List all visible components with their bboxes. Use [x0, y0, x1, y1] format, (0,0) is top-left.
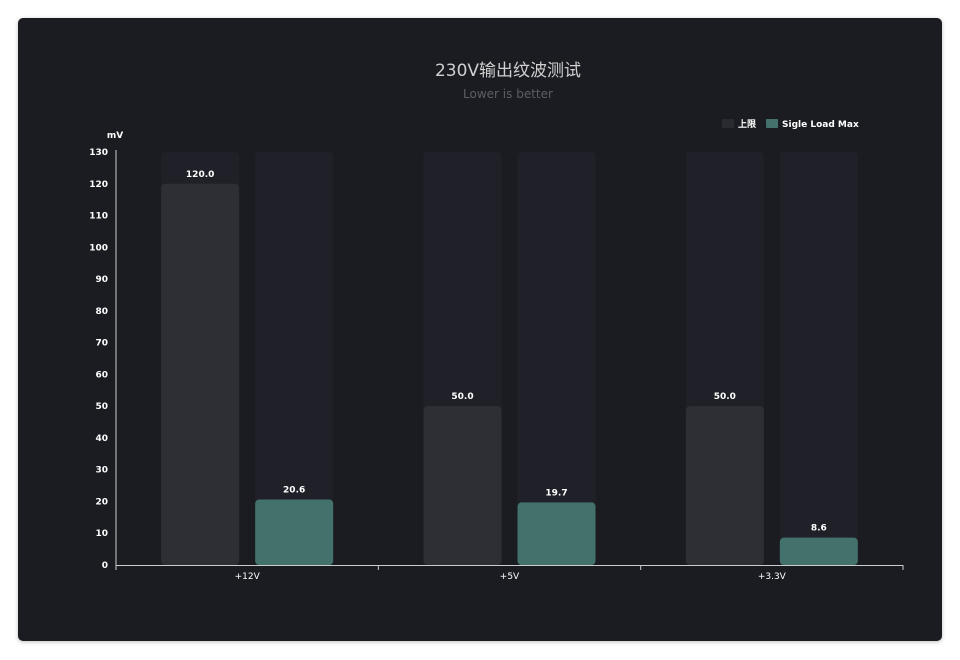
bar-limit-1: [423, 406, 502, 565]
legend-label-1: Sigle Load Max: [782, 120, 859, 130]
y-tick-label: 0: [102, 561, 108, 571]
chart-title: 230V输出纹波测试: [435, 61, 581, 81]
y-tick-label: 20: [95, 497, 108, 507]
y-tick-label: 120: [89, 180, 108, 190]
y-axis-unit-label: mV: [107, 131, 123, 141]
bar-value-label: 8.6: [811, 524, 827, 534]
x-tick-label: +12V: [235, 572, 261, 582]
bar-value-label: 20.6: [283, 486, 305, 496]
bar-limit-0: [161, 183, 240, 565]
y-tick-label: 30: [95, 466, 108, 476]
y-tick-label: 10: [95, 529, 108, 539]
y-tick-label: 100: [89, 243, 108, 253]
x-axis-ticks: +12V +5V +3.3V: [235, 572, 787, 582]
bar-value-label: 19.7: [545, 488, 567, 498]
legend-label-0: 上限: [738, 118, 757, 130]
ripple-bar-chart: 230V输出纹波测试 Lower is better mV 上限 Sigle Lo…: [89, 61, 904, 582]
y-tick-label: 60: [95, 370, 108, 380]
bar-track-1-2: [779, 152, 858, 565]
x-tick-label: +3.3V: [758, 572, 787, 582]
bar-value-label: 50.0: [714, 392, 736, 402]
bar-value-label: 120.0: [186, 170, 214, 180]
chart-legend: 上限 Sigle Load Max: [722, 118, 859, 130]
legend-swatch-0: [722, 119, 734, 128]
bar-limit-2: [685, 406, 764, 565]
bar-single-load-max-2: [779, 537, 858, 565]
y-tick-label: 80: [95, 307, 108, 317]
bar-single-load-max-1: [517, 502, 596, 565]
y-tick-label: 90: [95, 275, 108, 285]
y-axis-ticks: 0 10 20 30 40 50 60 70 80 90 100 110 120 130: [89, 148, 108, 571]
x-tick-label: +5V: [500, 572, 520, 582]
y-tick-label: 50: [95, 402, 108, 412]
legend-swatch-1: [766, 119, 779, 128]
y-tick-label: 130: [89, 148, 108, 158]
y-tick-label: 70: [95, 339, 108, 349]
y-tick-label: 40: [95, 434, 108, 444]
chart-subtitle: Lower is better: [463, 87, 553, 101]
bar-single-load-max-0: [255, 499, 334, 565]
y-tick-label: 110: [89, 212, 108, 222]
bar-value-label: 50.0: [451, 392, 473, 402]
